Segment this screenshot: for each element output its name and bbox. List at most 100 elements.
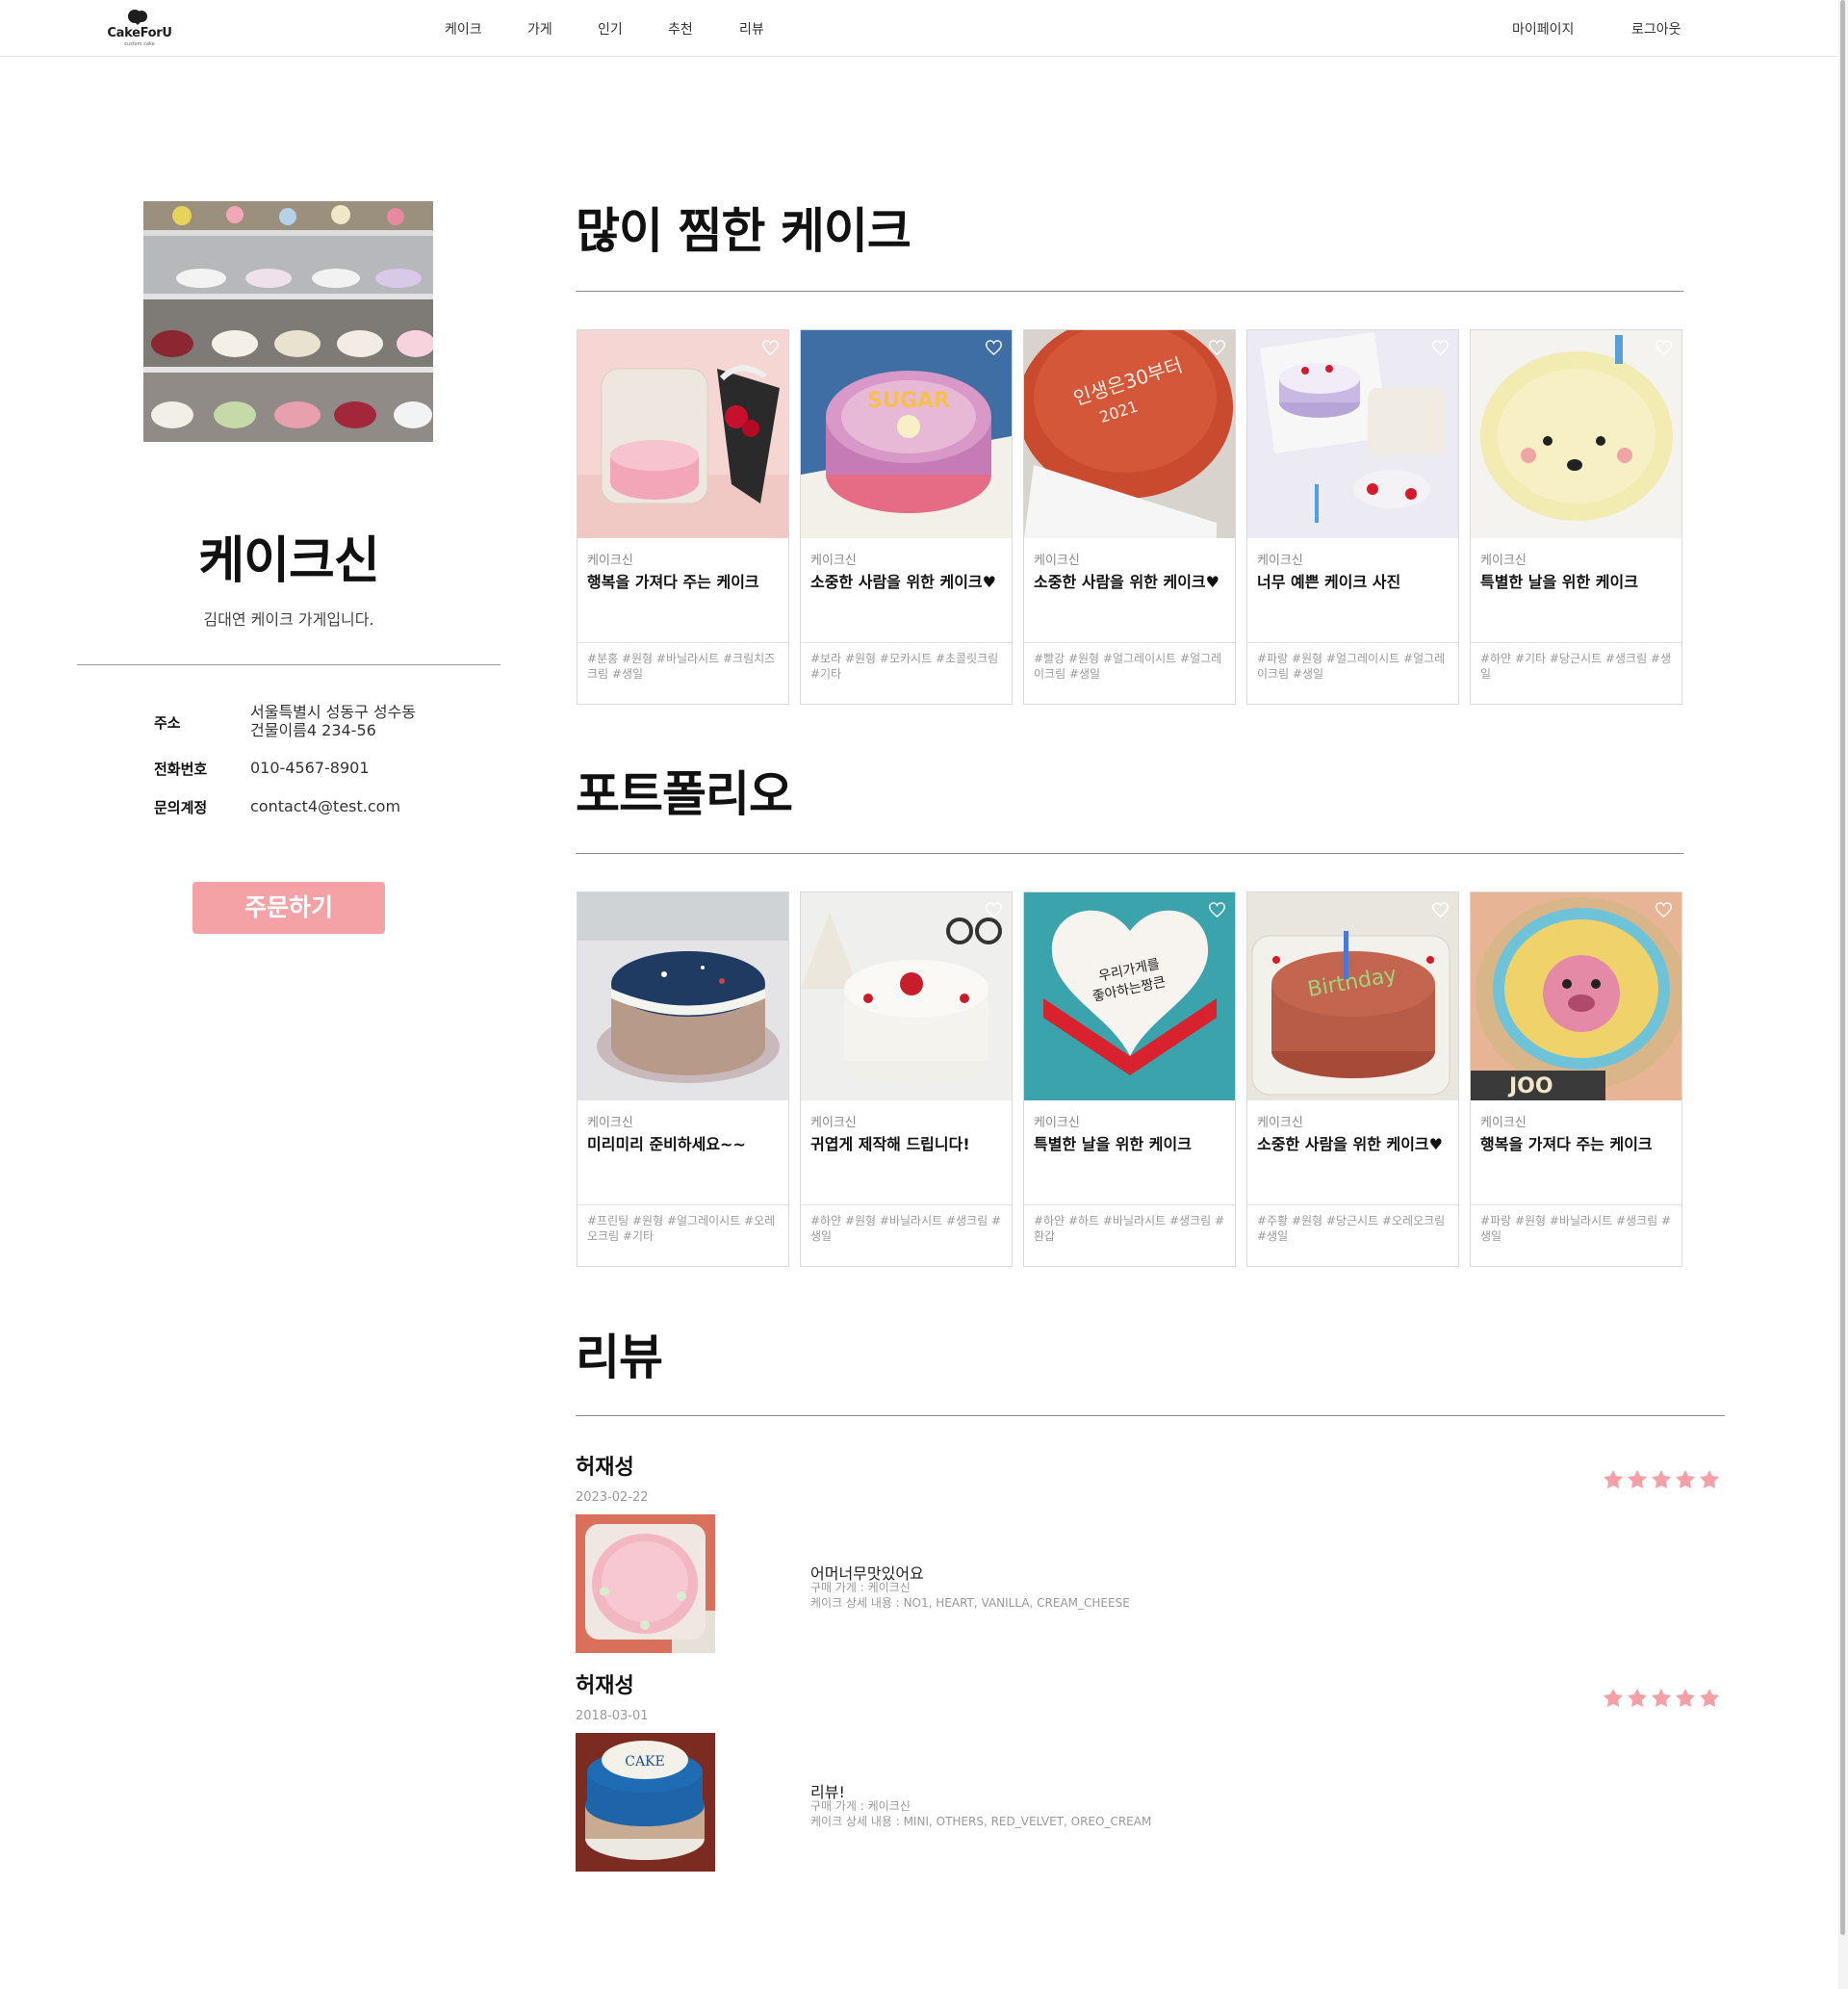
card-shop-name: 케이크신 <box>1034 554 1080 568</box>
cake-image: JOO <box>1471 892 1681 1100</box>
nav-logout[interactable]: 로그아웃 <box>1631 19 1681 39</box>
portfolio-section-divider <box>576 853 1683 854</box>
popular-card[interactable]: 케이크신 너무 예쁜 케이크 사진 #파랑 #원형 #얼그레이시트 #얼그레이크… <box>1246 329 1459 705</box>
card-shop-name: 케이크신 <box>587 1116 633 1130</box>
card-tags: #빨강 #원형 #얼그레이시트 #얼그레이크림 #생일 <box>1034 652 1222 681</box>
review-section-title: 리뷰 <box>576 1330 663 1385</box>
review-photo[interactable] <box>576 1514 715 1653</box>
card-tags: #주황 #원형 #당근시트 #오레오크림 #생일 <box>1257 1214 1446 1243</box>
review-section-divider <box>576 1415 1725 1416</box>
card-divider <box>1024 1204 1235 1205</box>
star-icon <box>1628 1689 1647 1707</box>
popular-section-divider <box>576 291 1683 292</box>
svg-text:CAKE: CAKE <box>625 1754 665 1769</box>
card-tags: #하얀 #하트 #바닐라시트 #생크림 #환갑 <box>1034 1214 1225 1243</box>
nav-mypage[interactable]: 마이페이지 <box>1512 19 1574 39</box>
card-title: 특별한 날을 위한 케이크 <box>1480 573 1638 591</box>
review-detail: 케이크 상세 내용 : NO1, HEART, VANILLA, CREAM_C… <box>810 1596 1130 1610</box>
popular-card[interactable]: 케이크신 특별한 날을 위한 케이크 #하얀 #기타 #당근시트 #생크림 #생… <box>1470 329 1682 705</box>
star-icon <box>1676 1470 1695 1488</box>
review-author: 허재성 <box>576 1674 634 1698</box>
star-icon <box>1628 1470 1647 1488</box>
nav-popular[interactable]: 인기 <box>598 19 623 39</box>
popular-card[interactable]: 인생은30부터 2021 케이크신 소중한 사람을 위한 케이크♥ #빨강 #원… <box>1023 329 1236 705</box>
card-title: 소중한 사람을 위한 케이크♥ <box>810 573 996 591</box>
card-title: 소중한 사람을 위한 케이크♥ <box>1257 1135 1443 1153</box>
heart-icon[interactable] <box>1656 902 1672 917</box>
phone-value: 010-4567-8901 <box>250 759 370 777</box>
review-photo[interactable]: CAKE <box>576 1733 715 1872</box>
address-value: 서울특별시 성동구 성수동 건물이름4 234-56 <box>250 703 416 739</box>
portfolio-card[interactable]: 우리가게를 좋아하는짱큰 케이크신 특별한 날을 위한 케이크 #하얀 #하트 … <box>1023 891 1236 1267</box>
heart-icon[interactable] <box>986 902 1002 917</box>
popular-card[interactable]: 케이크신 행복을 가져다 주는 케이크 #분홍 #원형 #바닐라시트 #크림치즈… <box>577 329 789 705</box>
card-tags: #분홍 #원형 #바닐라시트 #크림치즈크림 #생일 <box>587 652 776 681</box>
cake-image: Birthday <box>1247 892 1458 1100</box>
contact-value: contact4@test.com <box>250 797 401 815</box>
shop-name: 케이크신 <box>198 532 379 590</box>
portfolio-card[interactable]: Birthday 케이크신 소중한 사람을 위한 케이크♥ #주황 #원형 #당… <box>1246 891 1459 1267</box>
card-divider <box>578 1204 788 1205</box>
logo-subtext: custom cake <box>124 41 155 47</box>
card-tags: #하얀 #기타 #당근시트 #생크림 #생일 <box>1480 652 1672 681</box>
card-shop-name: 케이크신 <box>1034 1116 1080 1130</box>
heart-icon[interactable] <box>1656 340 1672 355</box>
cake-image <box>578 330 788 538</box>
page-scrollbar-thumb[interactable] <box>1840 0 1845 1935</box>
heart-icon[interactable] <box>1209 902 1225 917</box>
heart-icon[interactable] <box>762 340 779 355</box>
nav-recommend[interactable]: 추천 <box>668 19 693 39</box>
phone-label: 전화번호 <box>154 761 208 778</box>
card-shop-name: 케이크신 <box>1480 554 1527 568</box>
address-line-2: 건물이름4 234-56 <box>250 721 376 739</box>
star-icon <box>1676 1689 1695 1707</box>
card-title: 행복을 가져다 주는 케이크 <box>1480 1135 1653 1153</box>
portfolio-card[interactable]: 케이크신 귀엽게 제작해 드립니다! #하얀 #원형 #바닐라시트 #생크림 #… <box>800 891 1013 1267</box>
logo-mark-icon <box>128 10 147 25</box>
portfolio-card[interactable]: JOO 케이크신 행복을 가져다 주는 케이크 #파랑 #원형 #바닐라시트 #… <box>1470 891 1682 1267</box>
portfolio-section-title: 포트폴리오 <box>576 766 793 822</box>
review-date: 2023-02-22 <box>576 1490 649 1505</box>
star-icon <box>1604 1470 1623 1488</box>
star-icon <box>1700 1470 1719 1488</box>
card-divider <box>578 642 788 643</box>
top-header: CakeForU custom cake 케이크 가게 인기 추천 리뷰 마이페… <box>0 0 1838 57</box>
review-detail: 케이크 상세 내용 : MINI, OTHERS, RED_VELVET, OR… <box>810 1815 1152 1828</box>
heart-icon[interactable] <box>1432 340 1449 355</box>
heart-icon[interactable] <box>1209 340 1225 355</box>
cake-image <box>801 892 1012 1100</box>
review-author: 허재성 <box>576 1456 634 1480</box>
star-icon <box>1604 1689 1623 1707</box>
popular-card[interactable]: SUGAR 케이크신 소중한 사람을 위한 케이크♥ #보라 #원형 #모카시트… <box>800 329 1013 705</box>
card-shop-name: 케이크신 <box>1257 1116 1303 1130</box>
card-tags: #파랑 #원형 #바닐라시트 #생크림 #생일 <box>1480 1214 1672 1243</box>
nav-store[interactable]: 가게 <box>527 19 552 39</box>
logo-text: CakeForU <box>107 26 172 40</box>
review-date: 2018-03-01 <box>576 1709 649 1723</box>
card-title: 특별한 날을 위한 케이크 <box>1034 1135 1192 1153</box>
svg-text:JOO: JOO <box>1507 1074 1553 1098</box>
shop-description: 김대연 케이크 가게입니다. <box>203 610 374 629</box>
nav-review[interactable]: 리뷰 <box>739 19 764 39</box>
card-divider <box>801 642 1012 643</box>
card-title: 너무 예쁜 케이크 사진 <box>1257 573 1401 591</box>
logo[interactable]: CakeForU custom cake <box>106 9 173 49</box>
card-title: 행복을 가져다 주는 케이크 <box>587 573 759 591</box>
heart-icon[interactable] <box>986 340 1002 355</box>
card-tags: #보라 #원형 #모카시트 #초콜릿크림 #기타 <box>810 652 999 681</box>
heart-icon[interactable] <box>1432 902 1449 917</box>
card-title: 소중한 사람을 위한 케이크♥ <box>1034 573 1219 591</box>
cake-image: SUGAR <box>801 330 1012 538</box>
star-icon <box>1652 1689 1671 1707</box>
cake-image <box>1247 330 1458 538</box>
review-store: 구매 가게 : 케이크신 <box>810 1799 911 1813</box>
order-button[interactable]: 주문하기 <box>192 882 385 934</box>
address-label: 주소 <box>154 714 181 732</box>
cake-image: 인생은30부터 2021 <box>1024 330 1235 538</box>
portfolio-card[interactable]: 케이크신 미리미리 준비하세요~~ #프린팅 #원형 #얼그레이시트 #오레오크… <box>577 891 789 1267</box>
card-shop-name: 케이크신 <box>1257 554 1303 568</box>
nav-cake[interactable]: 케이크 <box>445 19 482 39</box>
card-tags: #프린팅 #원형 #얼그레이시트 #오레오크림 #기타 <box>587 1214 776 1243</box>
card-shop-name: 케이크신 <box>810 1116 857 1130</box>
shop-photo <box>143 201 433 442</box>
